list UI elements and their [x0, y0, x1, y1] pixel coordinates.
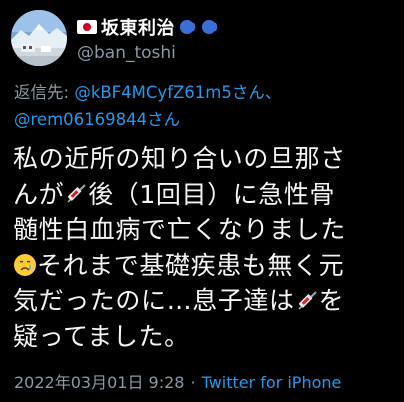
source-link[interactable]: Twitter for iPhone: [202, 373, 342, 392]
body-line: 疑ってました。: [13, 319, 398, 355]
body-text-segment: 髄性白血病で亡くなりました: [13, 215, 346, 244]
japan-flag-icon: [77, 20, 97, 34]
tweet-meta: 2022年03月01日 9:28 · Twitter for iPhone: [14, 369, 341, 393]
mention-link[interactable]: @rem06169844さん: [14, 110, 180, 129]
author-handle[interactable]: @ban_toshi: [77, 43, 176, 63]
body-text-segment: んが: [13, 179, 65, 209]
syringe-icon: [67, 184, 86, 203]
avatar[interactable]: [11, 10, 67, 66]
mention-link[interactable]: @kBF4MCyfZ61m5さん、: [74, 83, 281, 102]
body-text-segment: 気だったのに…息子達は: [13, 286, 295, 315]
body-line: 気だったのに…息子達は を: [13, 283, 398, 319]
mountain-landscape-avatar-icon: [11, 10, 67, 66]
body-line: 私の近所の知り合いの旦那さ: [13, 141, 398, 177]
body-line: それまで基礎疾患も無く元: [13, 248, 398, 284]
display-name[interactable]: 坂東利治: [101, 14, 175, 40]
reply-to-line: @rem06169844さん: [14, 107, 180, 133]
body-text-segment: それまで基礎疾患も無く元: [37, 250, 345, 280]
meta-separator: ·: [190, 373, 196, 392]
author-name-row[interactable]: 坂東利治: [77, 14, 219, 40]
tweet-card: 坂東利治 @ban_toshi 返信先: @kBF4MCyfZ61m5さん、 @…: [0, 0, 404, 402]
body-text-segment: 私の近所の知り合いの旦那さ: [13, 144, 346, 173]
reply-to-line: 返信先: @kBF4MCyfZ61m5さん、: [14, 80, 281, 106]
syringe-icon: [298, 291, 317, 310]
speaking-head-icon: [202, 20, 218, 34]
tweet-body: 私の近所の知り合いの旦那さ んが 後（1回目）に急性骨 髄性白血病で亡くなりまし…: [13, 141, 398, 354]
body-text-segment: 後（1回目）に急性骨: [88, 179, 336, 209]
crying-face-icon: [14, 254, 36, 277]
body-line: んが 後（1回目）に急性骨: [13, 177, 398, 213]
body-line: 髄性白血病で亡くなりました: [13, 212, 398, 248]
timestamp-link[interactable]: 2022年03月01日 9:28: [14, 373, 184, 392]
reply-prefix: 返信先:: [14, 83, 75, 102]
body-text-segment: 疑ってました。: [13, 321, 190, 351]
body-text-segment: を: [318, 286, 345, 315]
speaking-head-icon: [180, 20, 196, 34]
